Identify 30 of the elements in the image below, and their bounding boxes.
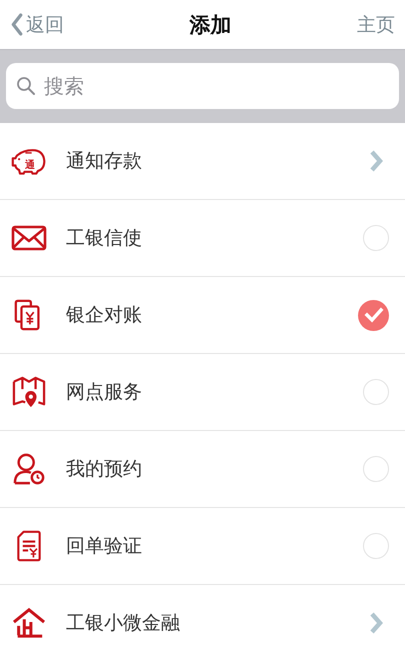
item-label: 工银小微金融: [66, 611, 181, 636]
home-button[interactable]: 主页: [357, 12, 395, 38]
list-item[interactable]: 通 通知存款: [0, 123, 405, 200]
back-chevron-icon: [10, 13, 23, 36]
search-field[interactable]: 搜索: [6, 63, 399, 109]
select-checkbox[interactable]: [363, 456, 389, 482]
building-roof-icon: [11, 607, 47, 639]
back-button[interactable]: 返回: [10, 12, 64, 38]
chevron-right-icon: [369, 149, 383, 173]
item-label: 我的预约: [66, 457, 143, 482]
list-item[interactable]: 工银小微金融: [0, 585, 405, 660]
chevron-right-icon: [369, 611, 383, 635]
icon-text: 通: [24, 160, 35, 172]
list-item[interactable]: 我的预约: [0, 431, 405, 508]
item-label: 工银信使: [66, 226, 143, 251]
person-clock-icon: [11, 453, 47, 485]
list-item[interactable]: 网点服务: [0, 354, 405, 431]
select-checkbox[interactable]: [363, 533, 389, 559]
list-item[interactable]: 银企对账: [0, 277, 405, 354]
item-label: 网点服务: [66, 380, 143, 405]
list-item[interactable]: 回单验证: [0, 508, 405, 585]
select-checkbox[interactable]: [363, 225, 389, 251]
list-item[interactable]: 工银信使: [0, 200, 405, 277]
item-label: 通知存款: [66, 149, 143, 174]
map-pin-icon: [11, 376, 47, 408]
page-title: 添加: [190, 12, 232, 38]
select-checkbox[interactable]: [358, 300, 389, 330]
item-label: 回单验证: [66, 534, 143, 559]
select-checkbox[interactable]: [363, 379, 389, 405]
item-label: 银企对账: [66, 303, 143, 328]
